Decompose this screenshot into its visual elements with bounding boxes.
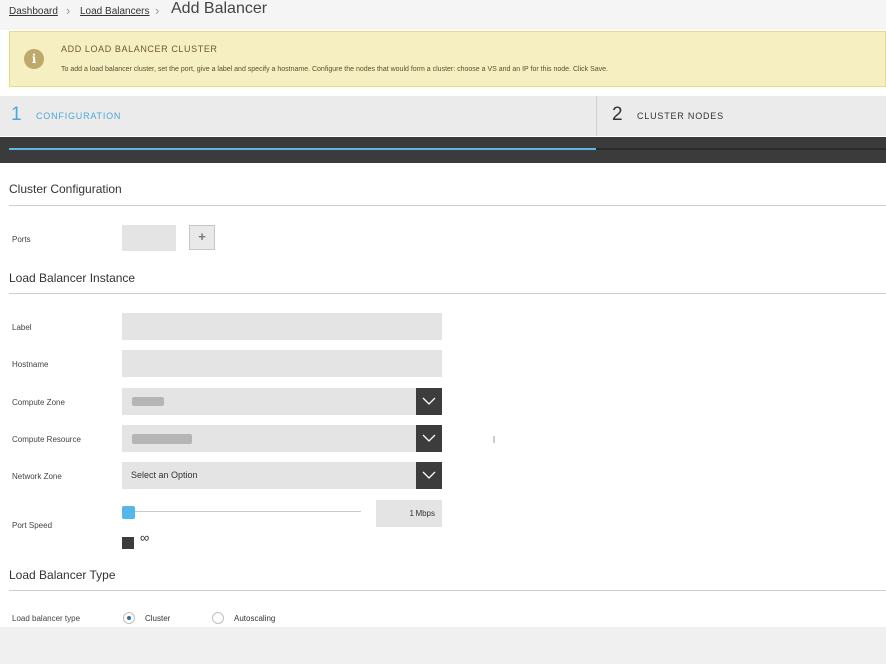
compute-resource-dropdown-button[interactable] — [416, 425, 442, 452]
breadcrumb-load-balancers-link[interactable]: Load Balancers — [80, 6, 150, 17]
radio-autoscaling-label[interactable]: Autoscaling — [234, 614, 275, 623]
compute-resource-select[interactable] — [122, 425, 442, 452]
chevron-down-icon — [422, 434, 436, 442]
breadcrumb: Dashboard › Load Balancers › Add Balance… — [0, 0, 886, 30]
port-speed-slider-handle[interactable] — [122, 506, 135, 519]
tab-configuration[interactable]: 1 CONFIGURATION — [0, 96, 596, 136]
step-progress-track — [596, 148, 886, 150]
info-alert: i ADD LOAD BALANCER CLUSTER To add a loa… — [9, 31, 886, 87]
chevron-down-icon — [422, 471, 436, 479]
compute-zone-label: Compute Zone — [12, 398, 65, 407]
page-title: Add Balancer — [171, 0, 268, 17]
network-zone-label: Network Zone — [12, 472, 62, 481]
hostname-input[interactable] — [122, 350, 442, 377]
step-progress-fill — [9, 148, 596, 150]
add-port-button[interactable]: + — [189, 225, 215, 250]
port-speed-unit: Mbps — [415, 509, 435, 518]
ports-input[interactable] — [122, 225, 176, 251]
redacted-value — [132, 434, 192, 444]
cursor-mark — [493, 436, 495, 443]
port-speed-value: 1 — [409, 509, 414, 518]
radio-cluster[interactable] — [123, 612, 135, 624]
unlimited-speed-checkbox[interactable] — [122, 537, 134, 549]
section-title-cluster-configuration: Cluster Configuration — [9, 182, 122, 196]
step-number: 1 — [11, 104, 22, 125]
network-zone-selected-value: Select an Option — [131, 470, 198, 480]
section-title-load-balancer-instance: Load Balancer Instance — [9, 271, 136, 285]
infinity-icon: ∞ — [140, 530, 150, 545]
network-zone-dropdown-button[interactable] — [416, 462, 442, 489]
label-field-label: Label — [12, 323, 32, 332]
network-zone-select[interactable]: Select an Option — [122, 462, 442, 489]
radio-autoscaling[interactable] — [212, 612, 224, 624]
compute-zone-dropdown-button[interactable] — [416, 388, 442, 415]
breadcrumb-dashboard-link[interactable]: Dashboard — [9, 6, 58, 17]
section-title-load-balancer-type: Load Balancer Type — [9, 568, 116, 582]
redacted-value — [132, 397, 164, 406]
section-divider — [9, 293, 886, 294]
label-input[interactable] — [122, 313, 442, 340]
port-speed-input[interactable]: 1 Mbps — [376, 500, 442, 527]
tab-cluster-nodes[interactable]: 2 CLUSTER NODES — [597, 96, 886, 136]
chevron-down-icon — [422, 397, 436, 405]
step-progress-bar — [0, 137, 886, 163]
step-label: CONFIGURATION — [36, 111, 122, 121]
hostname-field-label: Hostname — [12, 360, 49, 369]
radio-cluster-label[interactable]: Cluster — [145, 614, 170, 623]
port-speed-slider-track[interactable] — [128, 511, 361, 512]
step-number: 2 — [612, 104, 623, 125]
section-divider — [9, 205, 886, 206]
alert-text: To add a load balancer cluster, set the … — [61, 66, 608, 73]
ports-label: Ports — [12, 235, 31, 244]
compute-zone-select[interactable] — [122, 388, 442, 415]
step-label: CLUSTER NODES — [637, 111, 724, 121]
load-balancer-type-label: Load balancer type — [12, 614, 81, 623]
info-icon: i — [24, 49, 44, 69]
breadcrumb-separator-icon: › — [155, 3, 160, 18]
section-divider — [9, 590, 886, 591]
port-speed-label: Port Speed — [12, 521, 53, 530]
alert-title: ADD LOAD BALANCER CLUSTER — [61, 44, 218, 54]
page: Dashboard › Load Balancers › Add Balance… — [0, 0, 886, 627]
wizard-steps: 1 CONFIGURATION 2 CLUSTER NODES — [0, 96, 886, 136]
breadcrumb-separator-icon: › — [66, 3, 71, 18]
compute-resource-label: Compute Resource — [12, 435, 81, 444]
